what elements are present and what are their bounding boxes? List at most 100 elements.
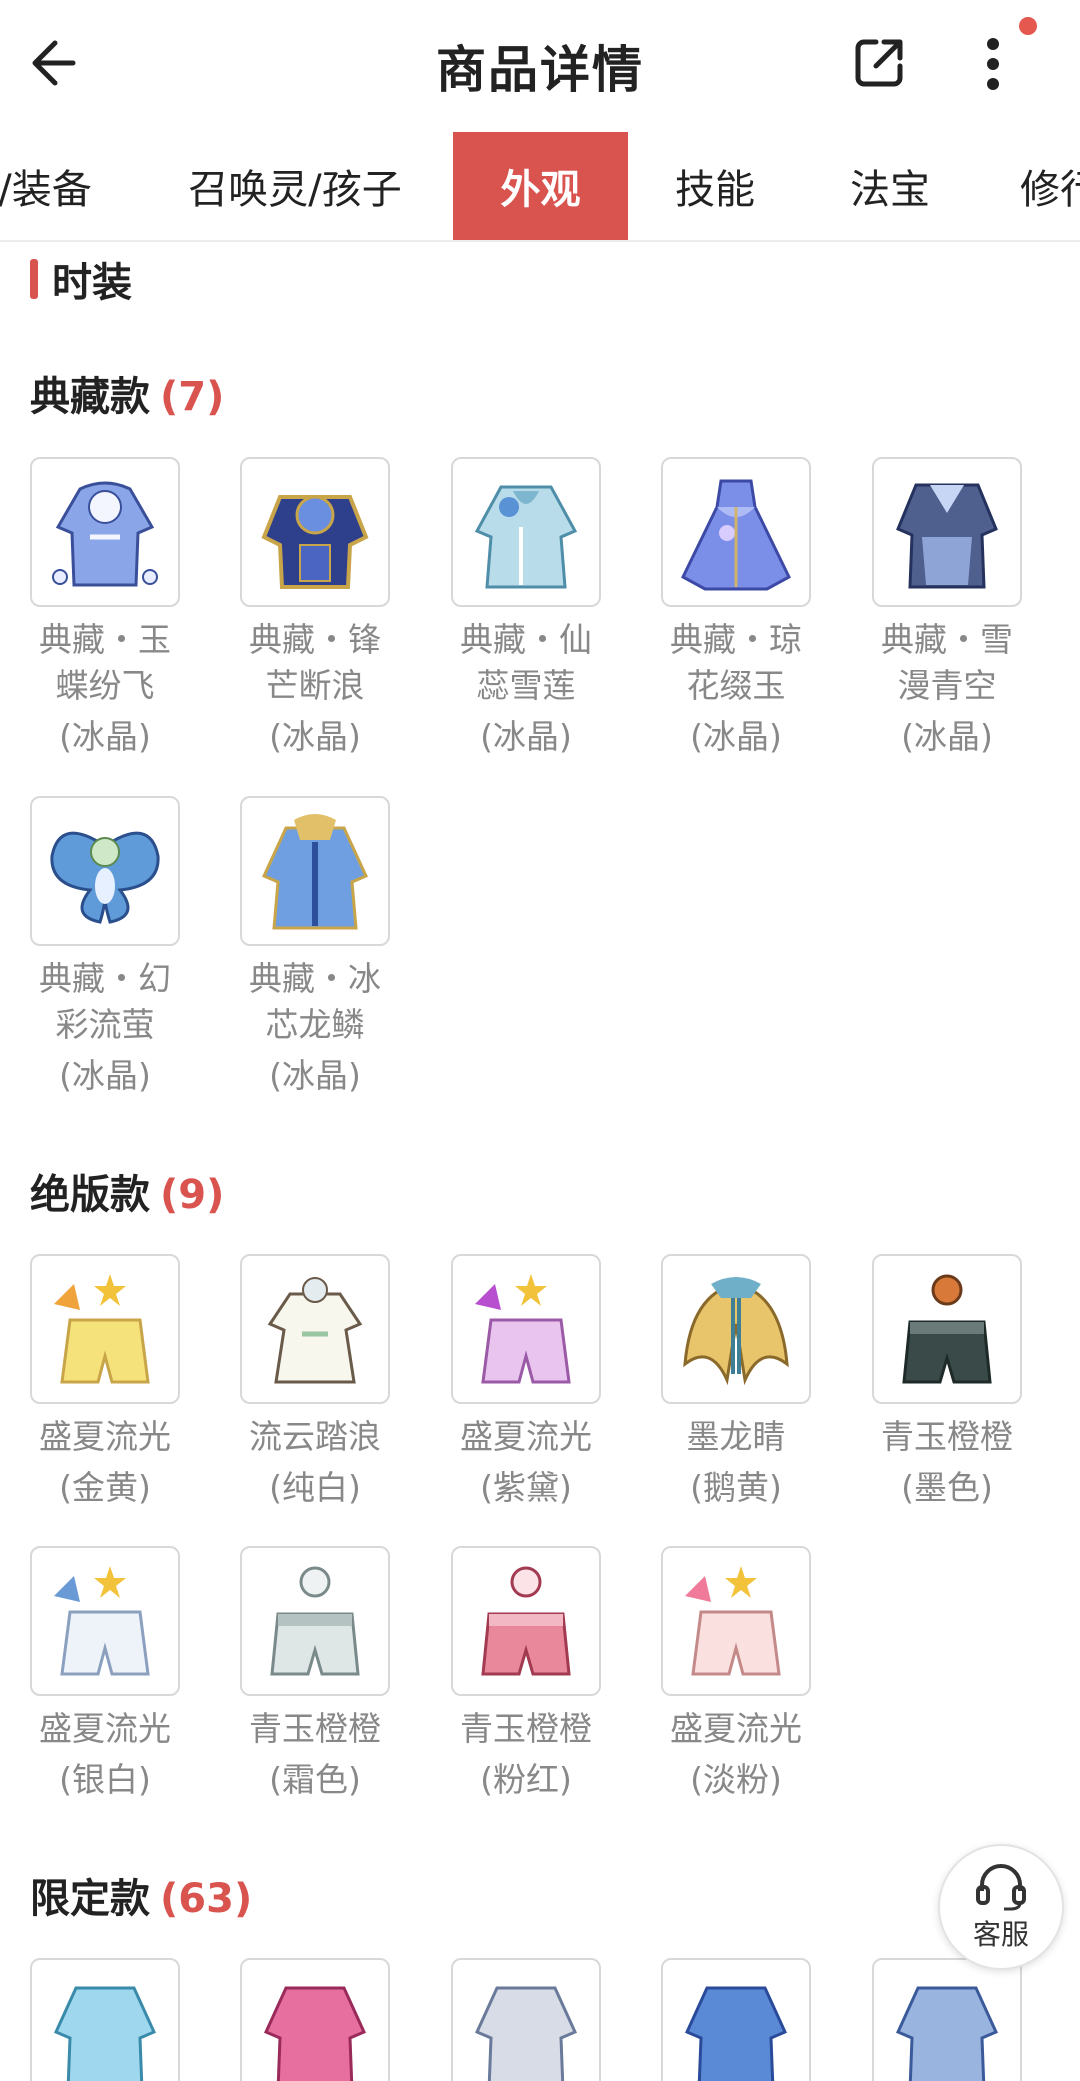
outfit-name: 墨龙睛 [686, 1417, 786, 1456]
coat-icon [685, 1986, 787, 2081]
outfit-item[interactable] [451, 1958, 601, 2081]
customer-service-button[interactable]: 客服 [938, 1844, 1064, 1970]
outfit-thumbnail [872, 1254, 1022, 1404]
external-share-icon [855, 39, 903, 87]
section-title-text: 时装 [52, 260, 132, 306]
tab-equipment[interactable]: /装备 [0, 132, 100, 240]
outfit-item[interactable]: 典藏・玉 蝶纷飞 (冰晶) [30, 457, 180, 765]
outfit-variant: (冰晶) [269, 717, 361, 756]
outfit-thumbnail [240, 796, 390, 946]
outfit-variant: (粉红) [480, 1760, 572, 1799]
outfit-name: 盛夏流光 [39, 1709, 171, 1748]
outfit-item[interactable]: 青玉橙橙 (霜色) [240, 1546, 390, 1808]
outfit-variant: (墨色) [901, 1468, 993, 1507]
outfit-variant: (紫黛) [480, 1468, 572, 1507]
group-title-discontinued: 绝版款 (9) [30, 1162, 224, 1220]
summer-shorts-icon [685, 1566, 781, 1676]
butterfly-wing-icon [50, 831, 160, 924]
notification-dot [1019, 17, 1037, 35]
outfit-name: 典藏・锋 芒断浪 [249, 620, 381, 705]
outfit-variant: (冰晶) [269, 1056, 361, 1095]
group-count: (7) [160, 374, 225, 420]
outfit-item[interactable]: 典藏・琼 花缀玉 (冰晶) [661, 457, 811, 765]
tab-cultivation[interactable]: 修行 [1020, 132, 1080, 240]
outfit-variant: (冰晶) [59, 1056, 151, 1095]
outfit-thumbnail [240, 1958, 390, 2081]
outfit-item[interactable]: 青玉橙橙 (粉红) [451, 1546, 601, 1808]
outfit-name: 青玉橙橙 [881, 1417, 1013, 1456]
section-title: 时装 [30, 254, 132, 306]
outfit-name: 流云踏浪 [249, 1417, 381, 1456]
outfit-variant: (冰晶) [901, 717, 993, 756]
outfit-name: 青玉橙橙 [460, 1709, 592, 1748]
outfit-name: 典藏・琼 花缀玉 [670, 620, 802, 705]
outfit-thumbnail [30, 1546, 180, 1696]
cloud-outfit-icon [267, 1277, 363, 1384]
top-bar: 商品详情 [0, 0, 1080, 132]
outfit-name: 盛夏流光 [670, 1709, 802, 1748]
outfit-item[interactable]: 盛夏流光 (金黄) [30, 1254, 180, 1516]
outfit-item[interactable]: 典藏・锋 芒断浪 (冰晶) [240, 457, 390, 765]
outfit-item[interactable]: 典藏・雪 漫青空 (冰晶) [872, 457, 1022, 765]
group-title-collector: 典藏款 (7) [30, 364, 224, 422]
outfit-thumbnail [661, 1254, 811, 1404]
dragon-wing-icon [683, 1277, 789, 1386]
tab-summon-children[interactable]: 召唤灵/孩子 [160, 132, 430, 240]
tab-skills[interactable]: 技能 [655, 132, 775, 240]
outfit-thumbnail [30, 796, 180, 946]
outfit-variant: (霜色) [269, 1760, 361, 1799]
dark-shorts-icon [902, 1274, 992, 1384]
dragon-robe-icon [261, 814, 369, 930]
headset-icon [976, 1864, 1026, 1911]
outfit-item[interactable]: 流云踏浪 (纯白) [240, 1254, 390, 1516]
outfit-variant: (冰晶) [59, 717, 151, 756]
outfit-variant: (银白) [59, 1760, 151, 1799]
outfit-item[interactable]: 盛夏流光 (银白) [30, 1546, 180, 1808]
more-vertical-icon [987, 38, 999, 90]
share-button[interactable] [846, 30, 912, 96]
outfit-thumbnail [451, 1958, 601, 2081]
outfit-item[interactable] [30, 1958, 180, 2081]
outfit-item[interactable]: 典藏・仙 蕊雪莲 (冰晶) [451, 457, 601, 765]
outfit-item[interactable]: 盛夏流光 (紫黛) [451, 1254, 601, 1516]
outfit-thumbnail [30, 1254, 180, 1404]
outfit-thumbnail [240, 1546, 390, 1696]
outfit-item[interactable] [872, 1958, 1022, 2081]
outfit-variant: (冰晶) [690, 717, 782, 756]
summer-shorts-icon [54, 1566, 150, 1676]
coat-icon [264, 1986, 366, 2081]
outfit-item[interactable] [240, 1958, 390, 2081]
outfit-item[interactable]: 典藏・冰 芯龙鳞 (冰晶) [240, 796, 390, 1104]
outfit-item[interactable]: 墨龙睛 (鹅黄) [661, 1254, 811, 1516]
outfit-thumbnail [240, 1254, 390, 1404]
outfit-variant: (冰晶) [480, 717, 572, 756]
outfit-item[interactable]: 盛夏流光 (淡粉) [661, 1546, 811, 1808]
group-title-limited: 限定款 (63) [30, 1866, 252, 1924]
group-count: (9) [160, 1172, 225, 1218]
outfit-thumbnail [661, 1546, 811, 1696]
gown-icon [681, 479, 791, 591]
outfit-item[interactable]: 青玉橙橙 (墨色) [872, 1254, 1022, 1516]
frost-shorts-icon [270, 1566, 360, 1676]
outfit-name: 典藏・雪 漫青空 [881, 620, 1013, 705]
page-title: 商品详情 [436, 41, 644, 99]
tab-appearance[interactable]: 外观 [453, 132, 628, 240]
outfit-thumbnail [661, 457, 811, 607]
outfit-name: 典藏・冰 芯龙鳞 [249, 959, 381, 1044]
more-button[interactable] [960, 28, 1026, 100]
outfit-name: 典藏・仙 蕊雪莲 [460, 620, 592, 705]
outfit-variant: (纯白) [269, 1468, 361, 1507]
outfit-variant: (金黄) [59, 1468, 151, 1507]
group-count: (63) [160, 1876, 253, 1922]
outfit-item[interactable] [661, 1958, 811, 2081]
outfit-thumbnail [240, 457, 390, 607]
section-accent-bar [30, 259, 38, 299]
outfit-item[interactable]: 典藏・幻 彩流萤 (冰晶) [30, 796, 180, 1104]
summer-shorts-icon [475, 1274, 571, 1384]
outfit-thumbnail [451, 457, 601, 607]
lotus-robe-icon [474, 485, 578, 589]
outfit-variant: (鹅黄) [690, 1468, 782, 1507]
outfit-thumbnail [451, 1254, 601, 1404]
group-title-text: 限定款 [30, 1876, 150, 1922]
tab-treasure[interactable]: 法宝 [830, 132, 950, 240]
